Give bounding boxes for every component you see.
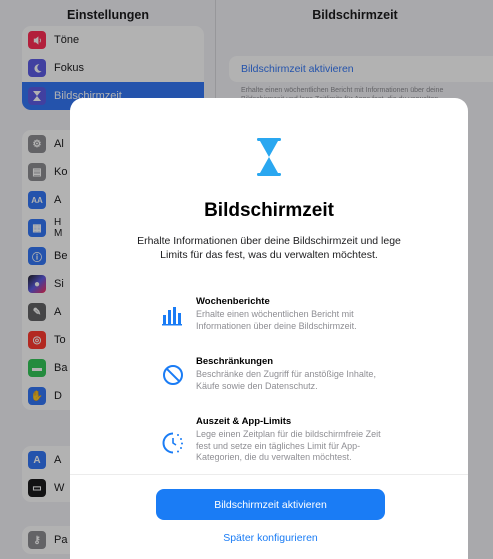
feature-title: Wochenberichte (196, 296, 270, 307)
downtime-icon (162, 432, 183, 454)
activate-screen-time-button[interactable]: Bildschirmzeit aktivieren (156, 489, 385, 520)
modal-subtitle: Erhalte Informationen über deine Bildsch… (137, 235, 401, 261)
hourglass-icon (257, 138, 281, 176)
feature-title: Auszeit & App-Limits (196, 416, 292, 427)
configure-later-button[interactable]: Später konfigurieren (156, 532, 385, 544)
feature-restrictions: Beschränkungen Beschränke den Zugriff fü… (160, 356, 390, 396)
modal-title: Bildschirmzeit (204, 200, 334, 221)
screen-time-modal: Bildschirmzeit Erhalte Informationen übe… (70, 98, 468, 559)
feature-weekly-reports: Wochenberichte Erhalte einen wöchentlich… (160, 296, 390, 336)
feature-title: Beschränkungen (196, 356, 274, 367)
modal-button-area: Bildschirmzeit aktivieren Später konfigu… (70, 474, 468, 559)
feature-description: Beschränke den Zugriff für anstößige Inh… (196, 369, 376, 391)
bar-chart-icon (162, 307, 182, 326)
prohibited-icon (163, 365, 183, 385)
feature-description: Erhalte einen wöchentlichen Bericht mit … (196, 309, 357, 331)
